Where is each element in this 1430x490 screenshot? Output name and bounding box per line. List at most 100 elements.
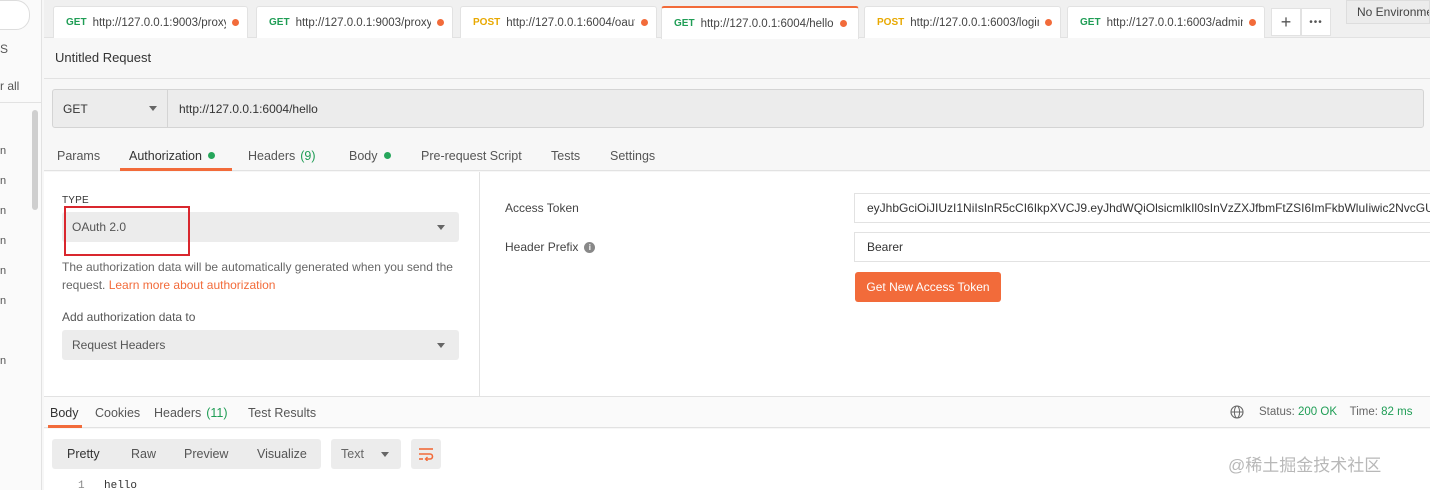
header-prefix-label: Header Prefix i <box>505 240 596 254</box>
format-selector: Pretty Raw Preview Visualize <box>52 439 321 469</box>
status-dot-icon <box>207 152 215 159</box>
sidebar-label-fragment: S <box>0 42 9 56</box>
format-preview-button[interactable]: Preview <box>184 439 228 469</box>
tab-method: GET <box>269 17 290 28</box>
get-new-access-token-button[interactable]: Get New Access Token <box>855 272 1001 302</box>
tab-settings[interactable]: Settings <box>610 140 655 171</box>
plus-icon: + <box>1280 11 1292 32</box>
wrap-icon <box>419 448 434 461</box>
request-tab[interactable]: GET http://127.0.0.1:6003/admin <box>1067 6 1265 38</box>
sidebar-item[interactable]: n <box>0 355 6 367</box>
auth-config-panel: Access Token eyJhbGciOiJIUzI1NiIsInR5cCI… <box>480 172 1430 396</box>
unsaved-dot-icon <box>437 19 444 26</box>
format-label: Visualize <box>257 447 307 461</box>
sidebar-filter-fragment[interactable]: r all <box>0 79 19 93</box>
auth-type-panel: TYPE OAuth 2.0 The authorization data wi… <box>44 172 480 396</box>
tab-label: Settings <box>610 148 656 163</box>
sidebar-item[interactable]: n <box>0 235 6 247</box>
tab-url: http://127.0.0.1:6004/oaut... <box>506 16 635 29</box>
sidebar-item[interactable]: n <box>0 175 6 187</box>
request-tab[interactable]: POST http://127.0.0.1:6004/oaut... <box>460 6 657 38</box>
tab-options-button[interactable]: ••• <box>1301 8 1331 36</box>
tab-url: http://127.0.0.1:6004/hello <box>700 17 834 30</box>
status-label: Status: <box>1259 406 1295 418</box>
response-tab-bar: Body Cookies Headers (11) Test Results S… <box>44 396 1430 428</box>
format-label: Preview <box>184 447 229 461</box>
tab-prerequest-script[interactable]: Pre-request Script <box>421 140 522 171</box>
url-input[interactable] <box>169 90 1423 127</box>
info-icon[interactable]: i <box>584 241 596 253</box>
response-status: Status: 200 OK Time: 82 ms <box>1259 406 1412 418</box>
response-text: hello <box>104 480 138 490</box>
tab-body[interactable]: Body <box>349 140 391 171</box>
method-select[interactable]: GET <box>53 90 168 127</box>
chevron-down-icon <box>437 343 445 348</box>
response-headers-count: (11) <box>206 405 228 420</box>
tab-label: Pre-request Script <box>421 148 522 163</box>
request-tab[interactable]: GET http://127.0.0.1:9003/proxy... <box>53 6 248 38</box>
header-prefix-field[interactable]: Bearer <box>854 232 1430 262</box>
tab-label: Params <box>57 148 101 163</box>
request-tab-active[interactable]: GET http://127.0.0.1:6004/hello <box>661 6 859 39</box>
format-visualize-button[interactable]: Visualize <box>257 439 307 469</box>
line-number: 1 <box>78 480 85 490</box>
time-value[interactable]: 82 ms <box>1381 406 1412 418</box>
request-section-tabs: Params Authorization Headers (9) Body Pr… <box>44 140 1430 171</box>
language-select[interactable]: Text <box>331 439 401 469</box>
highlight-box <box>64 206 190 256</box>
unsaved-dot-icon <box>1045 19 1052 26</box>
format-label: Raw <box>131 447 157 461</box>
tab-method: GET <box>66 17 87 28</box>
tab-method: POST <box>877 17 905 28</box>
title-divider <box>44 78 1430 79</box>
sidebar-divider <box>0 102 41 103</box>
auth-description: The authorization data will be automatic… <box>62 258 462 294</box>
tab-url: http://127.0.0.1:9003/proxy... <box>295 16 431 29</box>
access-token-label-text: Access Token <box>505 201 579 215</box>
response-tab-body[interactable]: Body <box>50 397 79 428</box>
header-prefix-label-text: Header Prefix <box>505 240 579 254</box>
new-tab-button[interactable]: + <box>1271 8 1301 36</box>
globe-icon[interactable] <box>1230 405 1244 419</box>
status-dot-icon <box>383 152 391 159</box>
tab-label: Tests <box>551 148 581 163</box>
tab-tests[interactable]: Tests <box>551 140 580 171</box>
request-tab[interactable]: GET http://127.0.0.1:9003/proxy... <box>256 6 453 38</box>
unsaved-dot-icon <box>1249 19 1256 26</box>
response-tab-test-results[interactable]: Test Results <box>248 397 316 428</box>
learn-more-link[interactable]: Learn more about authorization <box>109 278 276 292</box>
request-tab-bar: GET http://127.0.0.1:9003/proxy... GET h… <box>44 0 1430 39</box>
tab-label: Cookies <box>95 405 141 420</box>
more-icon: ••• <box>1309 16 1323 28</box>
sidebar-scrollbar[interactable] <box>32 110 38 210</box>
tab-authorization[interactable]: Authorization <box>129 140 215 171</box>
format-raw-button[interactable]: Raw <box>131 439 156 469</box>
tab-label: Test Results <box>248 405 317 420</box>
request-title[interactable]: Untitled Request <box>55 50 151 65</box>
unsaved-dot-icon <box>641 19 648 26</box>
response-tab-cookies[interactable]: Cookies <box>95 397 140 428</box>
url-bar: GET <box>52 89 1424 128</box>
sidebar-item[interactable]: n <box>0 265 6 277</box>
tab-params[interactable]: Params <box>57 140 100 171</box>
access-token-field[interactable]: eyJhbGciOiJIUzI1NiIsInR5cCI6IkpXVCJ9.eyJ… <box>854 193 1430 223</box>
response-tab-headers[interactable]: Headers (11) <box>154 397 228 428</box>
wrap-lines-button[interactable] <box>411 439 441 469</box>
language-value: Text <box>341 447 364 461</box>
environment-select[interactable]: No Environment <box>1346 0 1430 24</box>
chevron-down-icon <box>381 452 389 457</box>
collections-sidebar: S r all n n n n n n n <box>0 0 42 490</box>
status-value[interactable]: 200 OK <box>1298 406 1337 418</box>
sidebar-item[interactable]: n <box>0 295 6 307</box>
response-body: Pretty Raw Preview Visualize Text 1 hell… <box>44 429 1430 490</box>
tab-url: http://127.0.0.1:6003/admin <box>1106 16 1243 29</box>
tab-label: Headers <box>154 405 202 420</box>
sidebar-item[interactable]: n <box>0 205 6 217</box>
sidebar-item[interactable]: n <box>0 145 6 157</box>
request-tab[interactable]: POST http://127.0.0.1:6003/login <box>864 6 1061 38</box>
add-auth-to-select[interactable]: Request Headers <box>62 330 459 360</box>
sidebar-search-pill[interactable] <box>0 0 30 30</box>
format-pretty-button[interactable]: Pretty <box>67 439 100 469</box>
tab-method: GET <box>1080 17 1101 28</box>
tab-headers[interactable]: Headers (9) <box>248 140 316 171</box>
